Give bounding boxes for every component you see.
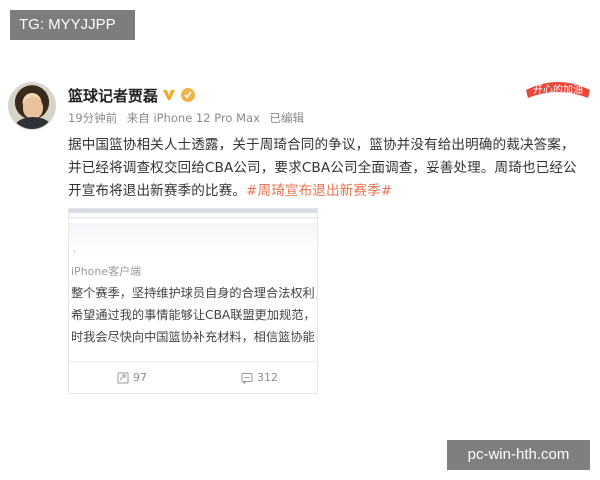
hashtag-link[interactable]: #周琦宣布退出新赛季# — [246, 183, 392, 199]
repost-count: 97 — [133, 371, 147, 384]
post-time: 19分钟前 — [68, 111, 118, 125]
verified-v-icon — [163, 90, 176, 100]
avatar[interactable] — [8, 82, 56, 130]
embedded-screenshot[interactable]: · iPhone客户端 整个赛季，坚持维护球员自身的合理合法权利， 希望通过我的… — [68, 208, 318, 394]
screenshot-dot: · — [73, 247, 77, 258]
screenshot-text-line: 希望通过我的事情能够让CBA联盟更加规范， — [71, 308, 316, 322]
repost-icon — [117, 372, 129, 383]
avatar-face — [23, 97, 43, 119]
top-right-badge: 开心的加油 — [526, 82, 590, 98]
screenshot-topbar — [69, 209, 317, 213]
screenshot-source: iPhone客户端 — [71, 265, 142, 278]
author-name[interactable]: 篮球记者贾磊 — [68, 85, 158, 106]
screenshot-divider — [69, 361, 317, 362]
post-content: 据中国篮协相关人士透露，关于周琦合同的争议，篮协并没有给出明确的裁决答案，并已经… — [68, 134, 584, 203]
site-watermark: pc-win-hth.com — [447, 440, 590, 470]
svg-text:开心的加油: 开心的加油 — [533, 83, 583, 96]
comment-stat[interactable]: 312 — [241, 371, 278, 384]
author-row: 篮球记者贾磊 — [68, 84, 196, 106]
fan-badge-icon — [181, 88, 196, 102]
comment-icon — [241, 372, 253, 384]
repost-stat[interactable]: 97 — [117, 371, 147, 384]
post-source: 来自 iPhone 12 Pro Max — [126, 111, 260, 125]
avatar-body — [15, 117, 51, 129]
screenshot-text-line: 时我会尽快向中国篮协补充材料，相信篮协能 — [71, 330, 315, 344]
post-edited: 已编辑 — [269, 111, 305, 125]
screenshot-header-area — [69, 223, 317, 253]
post-meta: 19分钟前 来自 iPhone 12 Pro Max 已编辑 — [68, 110, 310, 126]
tg-label-badge: TG: MYYJJPP — [10, 10, 135, 40]
screenshot-text-line: 整个赛季，坚持维护球员自身的合理合法权利， — [71, 286, 318, 300]
screenshot-topbar-line — [69, 217, 317, 219]
comment-count: 312 — [257, 371, 278, 384]
